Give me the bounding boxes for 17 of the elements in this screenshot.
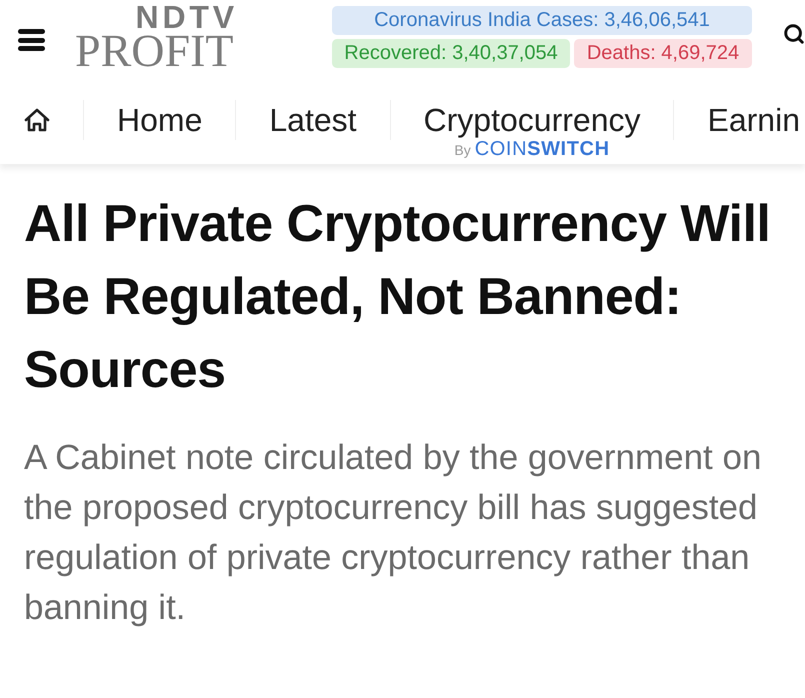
home-icon[interactable] (24, 108, 50, 132)
logo-top-text: NDTV (136, 3, 238, 31)
article-headline: All Private Cryptocurrency Will Be Regulated, Not Banned: Sources (24, 194, 772, 401)
cases-banner: Coronavirus India Cases: 3,46,06,541 (332, 6, 752, 34)
nav-link[interactable]: Latest (269, 100, 357, 140)
search-icon[interactable] (783, 22, 805, 46)
logo-bottom-text: PROFIT (75, 31, 234, 71)
menu-icon[interactable] (18, 29, 45, 51)
nav-link[interactable]: Earnin (707, 100, 800, 140)
site-logo[interactable]: NDTV PROFIT (75, 3, 240, 71)
sponsor-prefix: By (454, 141, 471, 160)
recovered-banner: Recovered: 3,40,37,054 (332, 38, 570, 68)
nav-link[interactable]: Cryptocurrency (424, 100, 640, 140)
sponsor-brand: COINSWITCH (474, 138, 610, 160)
deaths-banner: Deaths: 4,69,724 (574, 38, 752, 68)
nav-link[interactable]: Home (117, 100, 202, 140)
article-summary: A Cabinet note circulated by the government on the proposed cryptocurrency bill has suggested regulation of private cryptocurrency rather than banning it. (24, 437, 762, 629)
